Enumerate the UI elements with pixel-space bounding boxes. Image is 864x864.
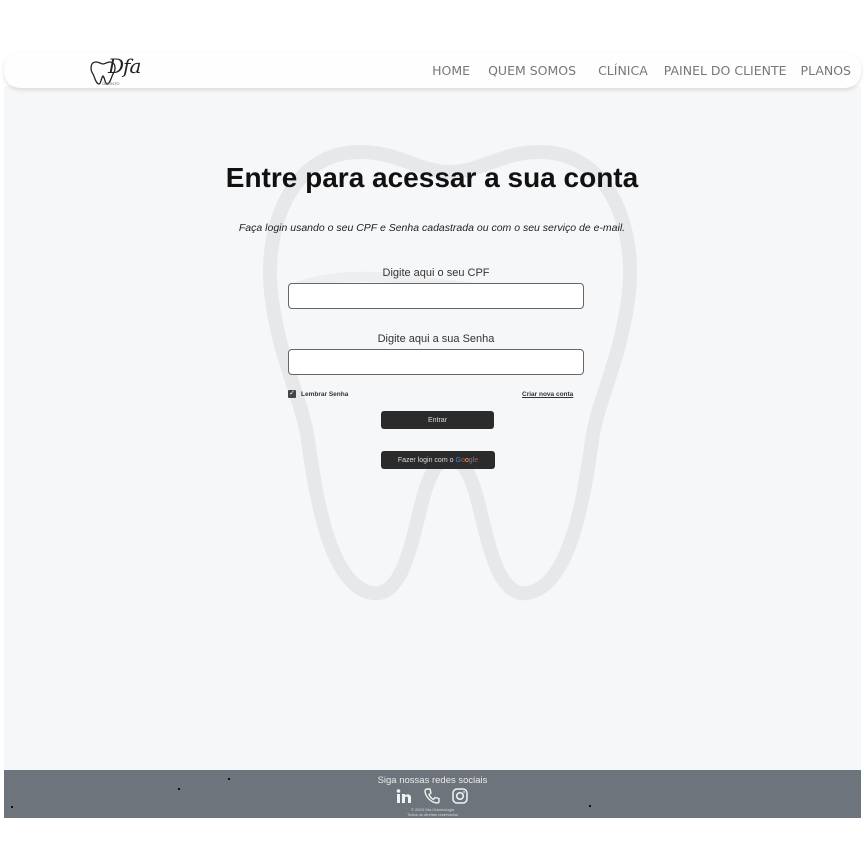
linkedin-icon[interactable] [395,787,413,805]
login-subtitle: Faça login usando o seu CPF e Senha cada… [238,222,626,234]
decor-dot [11,806,13,808]
create-account-link[interactable]: Criar nova conta [522,391,573,398]
enter-button[interactable]: Entrar [381,411,494,429]
decor-dot [589,805,591,807]
senha-label: Digite aqui a sua Senha [377,333,495,345]
cpf-label: Digite aqui o seu CPF [382,267,490,279]
remember-password[interactable]: ✓ Lembrar Senha [288,390,348,398]
nav-item-painel-do-cliente[interactable]: PAINEL DO CLIENTE [664,63,787,78]
google-letter-6: e [474,456,479,464]
phone-icon[interactable] [423,787,441,805]
remember-label: Lembrar Senha [301,390,349,398]
page: Dfa ODONTO HOME QUEM SOMOS CLÍNICA PAINE… [0,0,864,864]
main-nav: HOME QUEM SOMOS CLÍNICA PAINEL DO CLIENT… [432,63,851,78]
remember-checkbox[interactable]: ✓ [288,390,296,398]
footer: Siga nossas redes sociais © 2023 Dfa Odo… [4,770,861,818]
instagram-icon[interactable] [451,787,469,805]
logo-text: Dfa [108,54,141,78]
decor-dot [228,778,230,780]
google-button-prefix: Fazer login com o [397,456,454,464]
social-links [395,787,469,805]
nav-item-clinica[interactable]: CLÍNICA [598,63,648,78]
senha-input[interactable] [288,349,584,375]
footer-title: Siga nossas redes sociais [377,775,488,786]
google-wordmark: Google [456,457,479,464]
nav-item-home[interactable]: HOME [432,63,470,78]
cpf-input[interactable] [288,283,584,309]
top-navbar: Dfa ODONTO HOME QUEM SOMOS CLÍNICA PAINE… [4,52,861,88]
tooth-watermark-icon [263,144,637,601]
footer-copyright: © 2023 Dfa Odontologia Todos os direitos… [4,807,861,817]
google-login-button[interactable]: Fazer login com o Google [381,451,495,469]
decor-dot [178,788,180,790]
copyright-line-2: Todos os direitos reservados [407,812,458,817]
login-title: Entre para acessar a sua conta [225,162,639,193]
nav-item-planos[interactable]: PLANOS [801,63,851,78]
nav-item-quem-somos[interactable]: QUEM SOMOS [488,63,576,78]
logo-subtitle: ODONTO [102,81,120,86]
